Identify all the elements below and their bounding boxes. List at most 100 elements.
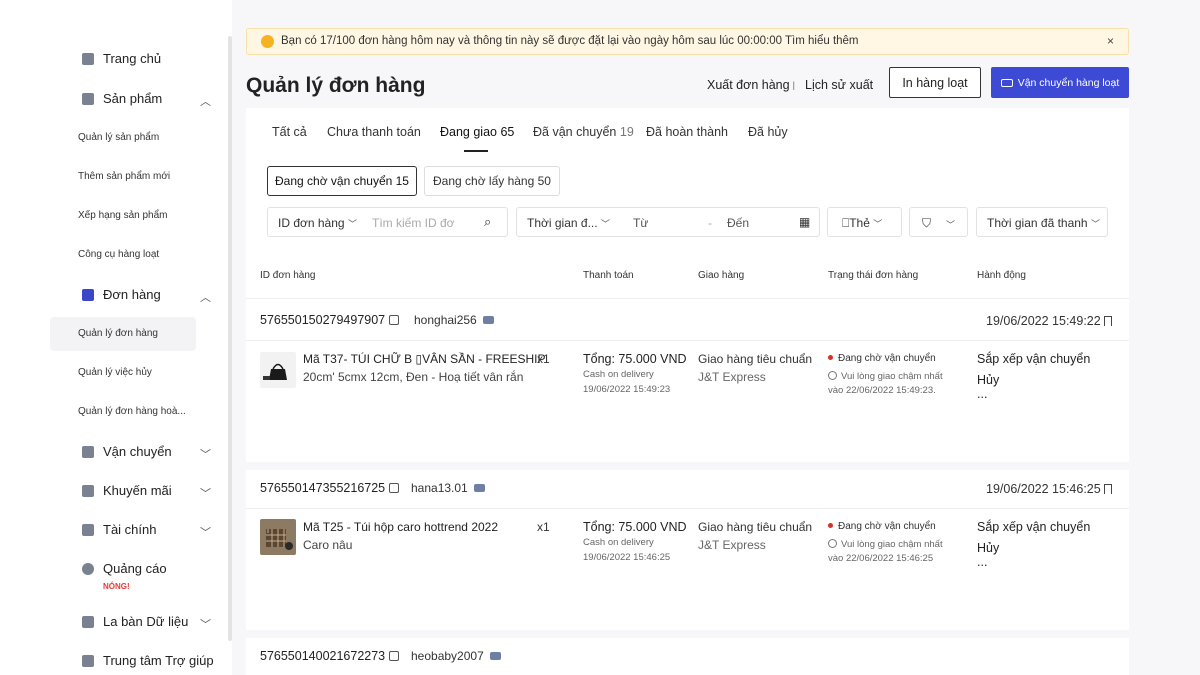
buyer-name: honghai256 bbox=[414, 313, 494, 327]
print-bulk-button[interactable]: In hàng loạt bbox=[889, 67, 981, 98]
ship-bulk-button[interactable]: Vận chuyển hàng loạt bbox=[991, 67, 1129, 98]
nav-products-label: Sản phẩm bbox=[103, 91, 163, 106]
nav-products[interactable]: Sản phẩm ︿ bbox=[50, 86, 222, 112]
close-icon[interactable]: × bbox=[1107, 34, 1114, 48]
divider bbox=[246, 508, 1129, 509]
product-name: Mã T25 - Túi hộp caro hottrend 2022 bbox=[303, 520, 499, 534]
tag-filter[interactable]: ⎕Thẻ ﹀ bbox=[827, 207, 902, 237]
order-separator bbox=[246, 630, 1129, 638]
sidebar-item-label: Quản lý đơn hàng bbox=[78, 328, 158, 339]
bar-chart-icon bbox=[82, 616, 94, 628]
subtab-awaiting-shipment[interactable]: Đang chờ vận chuyển 15 bbox=[267, 166, 417, 196]
id-type-select[interactable]: ID đơn hàng ﹀ bbox=[278, 216, 357, 230]
cancel-order-button[interactable]: Hủy bbox=[977, 373, 999, 387]
nav-shipping[interactable]: Vận chuyển ﹀ bbox=[50, 439, 222, 465]
quantity: x1 bbox=[537, 520, 550, 534]
payment-method: Cash on delivery bbox=[583, 369, 654, 380]
product-icon bbox=[82, 93, 94, 105]
cancel-order-button[interactable]: Hủy bbox=[977, 541, 999, 555]
chat-icon[interactable] bbox=[489, 652, 501, 660]
tab-shipped[interactable]: Đã vận chuyển 19 bbox=[533, 125, 634, 139]
search-input[interactable]: Tìm kiếm ID đơ bbox=[372, 216, 455, 230]
calendar-icon[interactable]: ▦ bbox=[799, 215, 810, 229]
sidebar-item-product-management[interactable]: Quản lý sản phẩm bbox=[50, 121, 196, 155]
sidebar-item-label: Quản lý việc hủy bbox=[78, 367, 152, 378]
date-from-input[interactable]: Từ bbox=[633, 216, 648, 230]
tab-cancelled[interactable]: Đã hủy bbox=[748, 125, 788, 139]
product-variant: Caro nâu bbox=[303, 538, 353, 552]
bookmark-icon[interactable] bbox=[1104, 484, 1112, 494]
sidebar-item-order-management[interactable]: Quản lý đơn hàng bbox=[50, 317, 196, 351]
clock-icon bbox=[828, 539, 837, 548]
order-total: Tổng: 75.000 VND bbox=[583, 520, 687, 534]
time-type-select[interactable]: Thời gian đ... ﹀ bbox=[527, 216, 610, 230]
product-thumbnail bbox=[260, 352, 296, 388]
status-dot bbox=[828, 523, 833, 528]
sidebar-item-bulk-tools[interactable]: Công cụ hàng loạt bbox=[50, 238, 196, 272]
copy-icon[interactable] bbox=[389, 483, 400, 493]
page-title: Quản lý đơn hàng bbox=[246, 74, 426, 97]
header-divider: I bbox=[792, 79, 796, 93]
divider bbox=[246, 340, 1129, 341]
sidebar-item-cancellations[interactable]: Quản lý việc hủy bbox=[50, 356, 196, 390]
nav-orders-label: Đơn hàng bbox=[103, 287, 161, 302]
chat-icon[interactable] bbox=[482, 316, 494, 324]
quantity: x1 bbox=[537, 352, 550, 366]
nav-shipping-label: Vận chuyển bbox=[103, 444, 172, 459]
nav-ads[interactable]: Quảng cáo bbox=[50, 556, 222, 582]
card-icon bbox=[82, 524, 94, 536]
funnel-icon: ⛉ bbox=[922, 216, 932, 230]
nav-help-center-label: Trung tâm Trợ giúp bbox=[103, 653, 214, 668]
export-history-link[interactable]: Lịch sử xuất bbox=[805, 78, 873, 92]
nav-data-compass[interactable]: La bàn Dữ liệu ﹀ bbox=[50, 609, 222, 635]
tab-completed[interactable]: Đã hoàn thành bbox=[646, 125, 728, 139]
col-actions: Hành động bbox=[977, 270, 1026, 281]
chevron-down-icon: ﹀ bbox=[200, 619, 211, 631]
date-to-input[interactable]: Đến bbox=[727, 216, 749, 230]
learn-more-link[interactable]: Tìm hiểu thêm bbox=[785, 35, 859, 47]
nav-promotions-label: Khuyến mãi bbox=[103, 483, 172, 498]
ads-icon bbox=[82, 563, 94, 575]
chevron-up-icon: ︿ bbox=[200, 292, 211, 304]
tab-unpaid[interactable]: Chưa thanh toán bbox=[327, 125, 421, 139]
order-icon bbox=[82, 289, 94, 301]
col-status: Trạng thái đơn hàng bbox=[828, 270, 919, 281]
chevron-down-icon: ﹀ bbox=[946, 220, 956, 230]
paid-time-select[interactable]: Thời gian đã thanh ﹀ bbox=[976, 207, 1108, 237]
product-variant: 20cm' 5cmx 12cm, Đen - Hoạ tiết vân rắn bbox=[303, 370, 524, 384]
truck-icon bbox=[1000, 78, 1013, 87]
more-actions-button[interactable]: ... bbox=[977, 387, 987, 401]
copy-icon[interactable] bbox=[389, 651, 400, 661]
tab-shipping[interactable]: Đang giao 65 bbox=[440, 125, 514, 139]
arrange-shipment-button[interactable]: Sắp xếp vận chuyển bbox=[977, 520, 1090, 534]
nav-finance[interactable]: Tài chính ﹀ bbox=[50, 517, 222, 543]
order-id: 576550140021672273 bbox=[260, 649, 400, 663]
nav-home-label: Trang chủ bbox=[103, 51, 162, 66]
order-status: Đang chờ vận chuyển bbox=[828, 353, 936, 364]
tab-all[interactable]: Tất cả bbox=[272, 125, 307, 139]
chat-icon[interactable] bbox=[473, 484, 485, 492]
subtab-awaiting-pickup[interactable]: Đang chờ lấy hàng 50 bbox=[424, 166, 560, 196]
nav-ads-label: Quảng cáo bbox=[103, 561, 167, 576]
funnel-filter[interactable]: ⛉ ﹀ bbox=[909, 207, 968, 237]
more-actions-button[interactable]: ... bbox=[977, 555, 987, 569]
sidebar-item-product-ranking[interactable]: Xếp hạng sản phẩm bbox=[50, 199, 196, 233]
sidebar-item-add-product[interactable]: Thêm sản phẩm mới bbox=[50, 160, 196, 194]
date-dash: - bbox=[708, 216, 712, 230]
sidebar-item-returns[interactable]: Quản lý đơn hàng hoà... bbox=[50, 395, 196, 429]
ship-deadline: Vui lòng giao chậm nhất vào 22/06/2022 15… bbox=[828, 371, 943, 396]
nav-help-center[interactable]: Trung tâm Trợ giúp bbox=[50, 648, 222, 674]
copy-icon[interactable] bbox=[389, 315, 400, 325]
nav-home[interactable]: Trang chủ bbox=[50, 46, 222, 72]
nav-orders[interactable]: Đơn hàng ︿ bbox=[50, 282, 222, 308]
arrange-shipment-button[interactable]: Sắp xếp vận chuyển bbox=[977, 352, 1090, 366]
nav-promotions[interactable]: Khuyến mãi ﹀ bbox=[50, 478, 222, 504]
payment-method: Cash on delivery bbox=[583, 537, 654, 548]
bookmark-icon[interactable] bbox=[1104, 316, 1112, 326]
truck-icon bbox=[82, 446, 94, 458]
col-shipping: Giao hàng bbox=[698, 270, 745, 281]
export-orders-link[interactable]: Xuất đơn hàng bbox=[707, 78, 790, 92]
order-separator bbox=[246, 462, 1129, 470]
carrier: J&T Express bbox=[698, 538, 766, 552]
search-icon[interactable]: ⌕ bbox=[484, 214, 491, 230]
